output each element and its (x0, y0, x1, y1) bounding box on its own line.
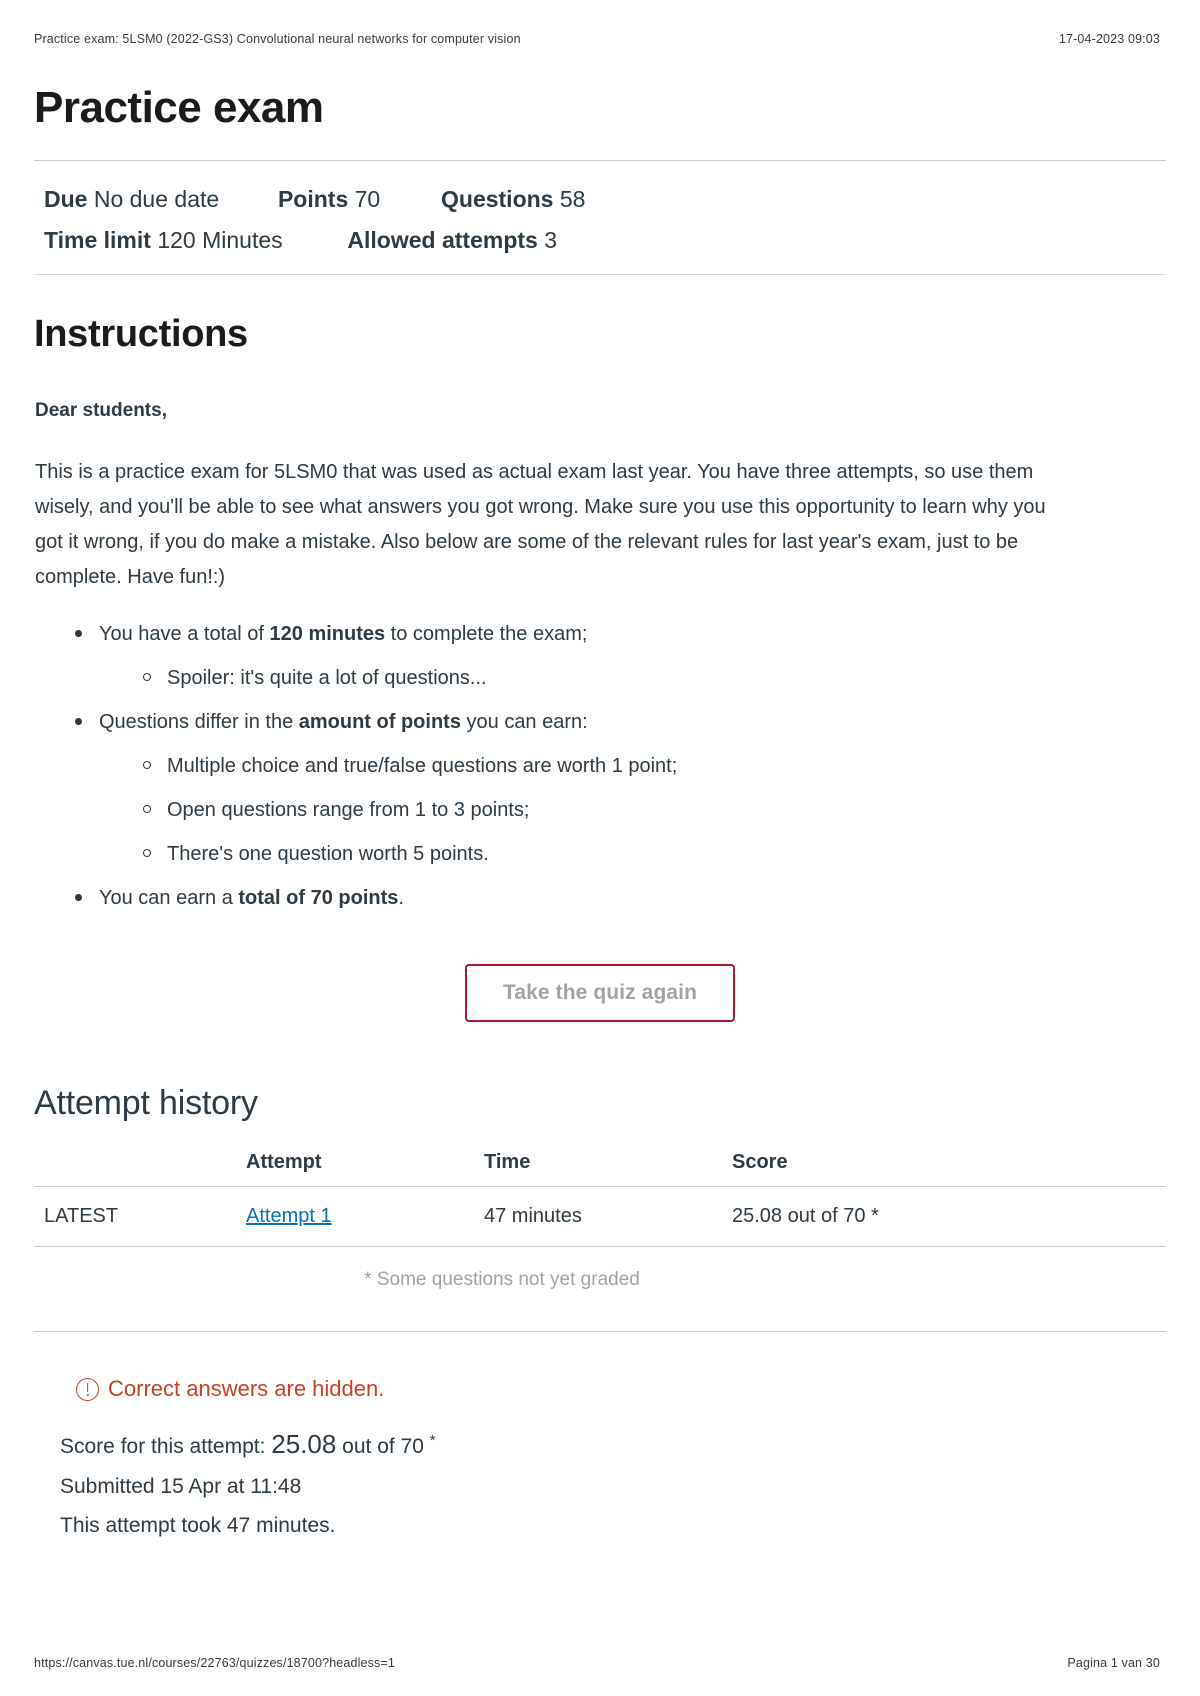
instruction-sub-list: Multiple choice and true/false questions… (99, 749, 1166, 872)
bullet-text: You can earn a (99, 887, 239, 910)
instructions-heading: Instructions (34, 312, 248, 355)
instruction-sub-bullet: There's one question worth 5 points. (141, 837, 1166, 872)
take-quiz-button-row: Take the quiz again (34, 964, 1166, 1023)
attempt-link[interactable]: Attempt 1 (246, 1205, 332, 1227)
attempt-history-table: Attempt Time Score LATEST Attempt 1 47 min… (34, 1151, 1166, 1248)
due-label: Due (44, 186, 88, 213)
bullet-text-tail: you can earn: (460, 711, 588, 734)
time-limit-label: Time limit (44, 226, 151, 253)
points-label: Points (277, 186, 349, 213)
warning-circle-icon (76, 1377, 99, 1401)
quiz-metadata: Due No due date Points 70 Questions 58 T… (34, 161, 1166, 274)
instructions-paragraph: This is a practice exam for 5LSM0 that w… (35, 461, 1046, 589)
attempt-latest-badge: LATEST (34, 1186, 246, 1248)
printed-quiz-page: Practice exam: 5LSM0 (2022-GS3) Convolut… (0, 0, 1200, 1696)
attempt-time: 47 minutes (484, 1186, 732, 1248)
score-for-this-attempt-line: Score for this attempt: 25.08 out of 70 … (60, 1420, 1166, 1468)
bullet-text-tail: to complete the exam; (385, 623, 588, 646)
bullet-text-emphasis: amount of points (298, 711, 461, 734)
table-row: LATEST Attempt 1 47 minutes 25.08 out of 70… (34, 1186, 1166, 1248)
score-summary: Score for this attempt: 25.08 out of 70 … (60, 1420, 1166, 1546)
column-header-blank (34, 1151, 246, 1188)
instruction-sub-bullet: Open questions range from 1 to 3 points; (141, 793, 1166, 828)
bullet-text-tail: . (398, 887, 404, 910)
table-header-row: Attempt Time Score (34, 1151, 1166, 1188)
correct-answers-hidden-alert: Correct answers are hidden. (76, 1376, 1166, 1402)
due-value: No due date (93, 186, 220, 213)
instruction-bullet: You have a total of 120 minutes to compl… (73, 617, 1166, 696)
attempt-history-table-body: LATEST Attempt 1 47 minutes 25.08 out of 70… (34, 1186, 1166, 1248)
bullet-text-emphasis: 120 minutes (269, 623, 386, 646)
attempt-history-table-head: Attempt Time Score (34, 1151, 1166, 1188)
bullet-text: Questions differ in the (99, 711, 299, 734)
instruction-bullet: You can earn a total of 70 points. (73, 881, 1166, 916)
allowed-attempts-label: Allowed attempts (347, 226, 538, 253)
column-header-time: Time (484, 1151, 732, 1188)
attempt-history-heading: Attempt history (34, 1084, 258, 1123)
not-graded-footnote: * Some questions not yet graded (364, 1269, 640, 1291)
instructions-body: Dear students, This is a practice exam f… (34, 394, 1166, 916)
time-limit-value: 120 Minutes (157, 226, 283, 253)
score-value: 25.08 (271, 1429, 337, 1460)
submitted-line: Submitted 15 Apr at 11:48 (60, 1475, 302, 1499)
instruction-sub-bullet: Spoiler: it's quite a lot of questions..… (141, 661, 1166, 696)
print-footer: https://canvas.tue.nl/courses/22763/quiz… (34, 1656, 1166, 1670)
instruction-bullet: Questions differ in the amount of points… (73, 705, 1166, 872)
instruction-sub-bullet: Multiple choice and true/false questions… (141, 749, 1166, 784)
attempt-duration-line: This attempt took 47 minutes. (60, 1514, 336, 1538)
score-asterisk: * (429, 1432, 436, 1450)
column-header-score: Score (732, 1151, 1166, 1188)
points-value: 70 (354, 186, 381, 213)
correct-answers-hidden-text: Correct answers are hidden. (108, 1376, 385, 1402)
column-header-attempt: Attempt (246, 1151, 484, 1188)
bullet-text-emphasis: total of 70 points (238, 887, 399, 910)
attempt-cell: Attempt 1 (246, 1186, 484, 1248)
quiz-meta-row-2: Time limit 120 Minutes Allowed attempts … (44, 220, 1166, 260)
score-label: Score for this attempt: (60, 1435, 266, 1459)
print-footer-url: https://canvas.tue.nl/courses/22763/quiz… (34, 1656, 395, 1670)
print-header: Practice exam: 5LSM0 (2022-GS3) Convolut… (34, 0, 1166, 46)
instructions-salutation: Dear students, (35, 399, 167, 421)
meta-divider (34, 273, 1166, 275)
bullet-text: You have a total of (99, 623, 270, 646)
instructions-bullet-list: You have a total of 120 minutes to compl… (35, 617, 1166, 916)
questions-value: 58 (559, 186, 586, 213)
allowed-attempts-value: 3 (544, 226, 558, 253)
footnote-divider (34, 1331, 1166, 1333)
print-header-timestamp: 17-04-2023 09:03 (1058, 32, 1160, 46)
print-header-title: Practice exam: 5LSM0 (2022-GS3) Convolut… (34, 32, 521, 46)
take-the-quiz-again-button[interactable]: Take the quiz again (464, 964, 736, 1023)
print-footer-pagination: Pagina 1 van 30 (1067, 1656, 1160, 1670)
questions-label: Questions (441, 186, 554, 213)
page-title: Practice exam (34, 83, 324, 132)
attempt-score: 25.08 out of 70 * (732, 1186, 1166, 1248)
instruction-sub-list: Spoiler: it's quite a lot of questions..… (99, 661, 1166, 696)
score-out-of: out of 70 (336, 1435, 424, 1459)
quiz-meta-row-1: Due No due date Points 70 Questions 58 (44, 179, 1166, 219)
